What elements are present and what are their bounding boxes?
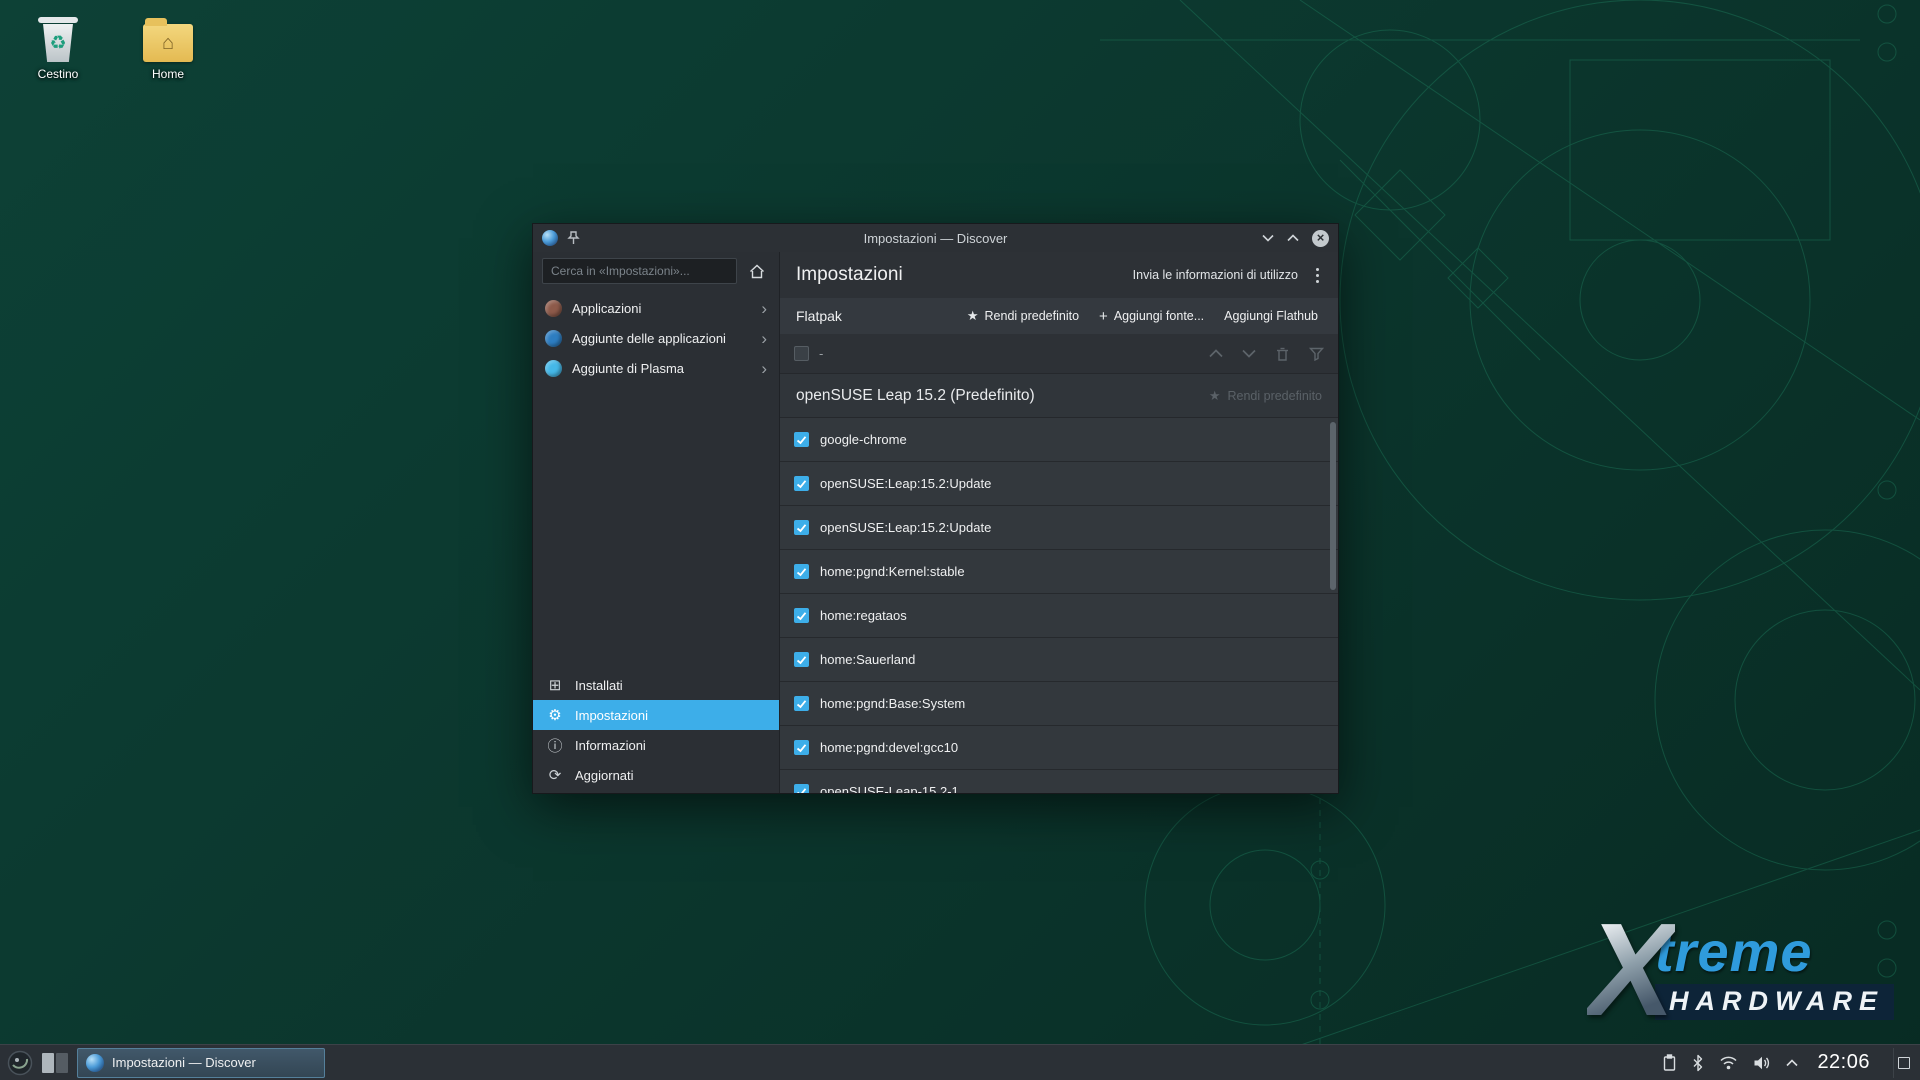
make-default-button[interactable]: ★ Rendi predefinito [957,302,1089,330]
repo-checkbox[interactable] [794,608,809,623]
move-down-icon[interactable] [1242,349,1256,358]
make-default-disabled-button: ★ Rendi predefinito [1209,388,1322,404]
scrollbar[interactable] [1330,422,1336,802]
window-title: Impostazioni — Discover [533,231,1338,246]
discover-app-icon [86,1054,104,1072]
sidebar-nav-item[interactable]: ⚙ Impostazioni [533,700,779,730]
discover-window: Impostazioni — Discover × [533,224,1338,793]
list-filter-row: - [780,334,1338,374]
tray-expander-icon[interactable] [1786,1059,1798,1067]
taskbar-task-discover[interactable]: Impostazioni — Discover [77,1048,325,1078]
app-launcher-button[interactable] [3,1047,37,1079]
nav-item-icon: ⊞ [546,676,564,694]
sidebar-category-item[interactable]: Aggiunte di Plasma › [533,353,779,383]
sidebar-category-item[interactable]: Applicazioni › [533,293,779,323]
home-button[interactable] [744,258,770,284]
clock[interactable]: 22:06 [1817,1051,1870,1074]
desktop-icon-label: Cestino [10,67,106,81]
page-title: Impostazioni [796,264,903,286]
category-list: Applicazioni › Aggiunte delle applicazio… [533,289,779,383]
move-up-icon[interactable] [1209,349,1223,358]
select-all-checkbox[interactable] [794,346,809,361]
repo-row[interactable]: openSUSE-Leap-15.2-1 [780,770,1338,793]
logo-treme: treme [1655,924,1894,980]
pager-widget[interactable] [39,1050,71,1076]
house-icon: ⌂ [162,32,174,55]
nav-item-icon: ⚙ [546,706,564,724]
repo-checkbox[interactable] [794,740,809,755]
desktop-icon-trash[interactable]: ♻ Cestino [10,10,106,81]
scrollbar-thumb[interactable] [1330,422,1336,590]
folder-icon: ⌂ [120,10,216,62]
logo-hardware: HARDWARE [1655,984,1894,1020]
wifi-icon[interactable] [1719,1055,1738,1070]
taskbar: Impostazioni — Discover 22:06 [0,1044,1920,1080]
nav-item-icon: ⓘ [546,735,564,756]
repo-row[interactable]: openSUSE:Leap:15.2:Update [780,506,1338,550]
repo-row[interactable]: home:pgnd:Base:System [780,682,1338,726]
trash-icon: ♻ [10,10,106,62]
filter-label: - [819,346,823,361]
repo-row[interactable]: home:pgnd:Kernel:stable [780,550,1338,594]
repo-checkbox[interactable] [794,520,809,535]
add-flathub-button[interactable]: Aggiungi Flathub [1214,303,1328,329]
repo-checkbox[interactable] [794,696,809,711]
maximize-button[interactable] [1287,234,1299,242]
minimize-button[interactable] [1262,234,1274,242]
sidebar: Applicazioni › Aggiunte delle applicazio… [533,252,780,793]
flatpak-section-header: Flatpak ★ Rendi predefinito + Aggiungi f… [780,298,1338,334]
clipboard-icon[interactable] [1662,1054,1677,1072]
sidebar-nav-item[interactable]: ⊞ Installati [533,670,779,700]
overflow-menu-icon[interactable] [1313,264,1322,287]
repo-checkbox[interactable] [794,784,809,793]
star-icon: ★ [1209,388,1221,404]
sidebar-nav: ⊞ Installati ⚙ Impostazioni ⓘ Informazio… [533,670,779,793]
repo-list: google-chrome openSUSE:Leap:15.2:Update [780,418,1338,793]
volume-icon[interactable] [1753,1055,1771,1071]
send-usage-info-link[interactable]: Invia le informazioni di utilizzo [1133,268,1298,282]
pin-icon[interactable] [567,231,580,245]
desktop-icon-home[interactable]: ⌂ Home [120,10,216,81]
repo-row[interactable]: google-chrome [780,418,1338,462]
sidebar-nav-item[interactable]: ⟳ Aggiornati [533,760,779,790]
show-desktop-button[interactable] [1893,1048,1913,1078]
chevron-right-icon: › [761,330,767,347]
chevron-right-icon: › [761,300,767,317]
category-icon [545,300,562,317]
star-icon: ★ [967,308,979,324]
xtreme-hardware-logo: X treme HARDWARE [1587,916,1894,1024]
search-input[interactable] [542,258,737,284]
repo-row[interactable]: home:Sauerland [780,638,1338,682]
repo-row[interactable]: home:pgnd:devel:gcc10 [780,726,1338,770]
recycle-icon: ♻ [49,32,66,55]
logo-x: X [1587,916,1675,1024]
section-title: openSUSE Leap 15.2 (Predefinito) [796,387,1035,405]
desktop-icon-label: Home [120,67,216,81]
plus-icon: + [1099,309,1108,324]
category-icon [545,360,562,377]
filter-funnel-icon[interactable] [1309,347,1324,361]
nav-item-icon: ⟳ [546,766,564,784]
repo-row[interactable]: openSUSE:Leap:15.2:Update [780,462,1338,506]
discover-app-icon [542,230,558,246]
repo-row[interactable]: home:regataos [780,594,1338,638]
repo-checkbox[interactable] [794,476,809,491]
repo-checkbox[interactable] [794,432,809,447]
sidebar-nav-item[interactable]: ⓘ Informazioni [533,730,779,760]
delete-icon[interactable] [1275,346,1290,362]
repo-checkbox[interactable] [794,564,809,579]
sidebar-category-item[interactable]: Aggiunte delle applicazioni › [533,323,779,353]
flatpak-label: Flatpak [796,308,842,324]
bluetooth-icon[interactable] [1692,1054,1704,1072]
close-button[interactable]: × [1312,230,1329,247]
settings-pane: Impostazioni Invia le informazioni di ut… [780,252,1338,793]
titlebar[interactable]: Impostazioni — Discover × [533,224,1338,252]
category-icon [545,330,562,347]
repo-checkbox[interactable] [794,652,809,667]
chevron-right-icon: › [761,360,767,377]
add-source-button[interactable]: + Aggiungi fonte... [1089,303,1214,330]
launcher-icon [7,1050,33,1076]
repo-section-header: openSUSE Leap 15.2 (Predefinito) ★ Rendi… [780,374,1338,418]
